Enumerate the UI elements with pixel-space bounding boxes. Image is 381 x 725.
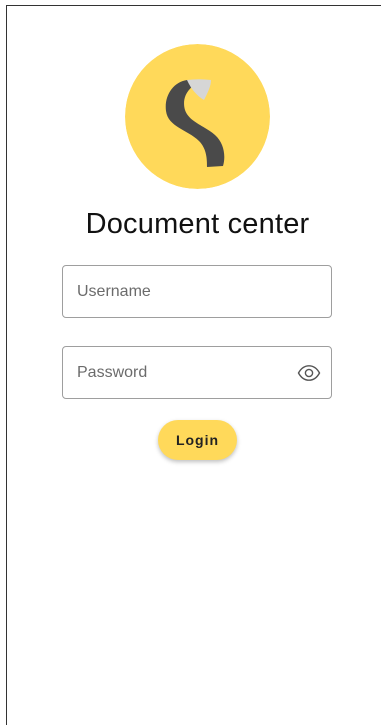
password-input[interactable] xyxy=(77,347,277,398)
username-input[interactable] xyxy=(77,266,277,317)
login-button[interactable]: Login xyxy=(158,420,237,460)
app-logo-icon xyxy=(125,44,270,189)
page-title: Document center xyxy=(85,208,310,240)
password-field[interactable] xyxy=(62,346,332,399)
eye-icon[interactable] xyxy=(297,361,321,385)
username-field[interactable] xyxy=(62,265,332,318)
